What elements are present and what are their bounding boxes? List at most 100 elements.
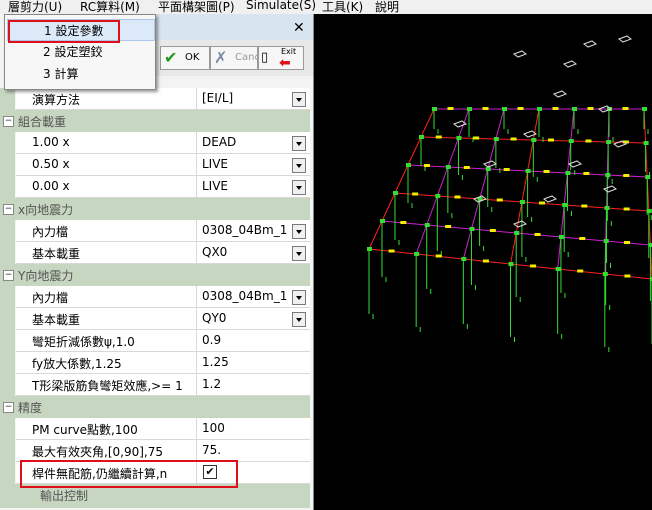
section-label — [496, 198, 503, 202]
section-x-seismic[interactable]: − x向地震力 — [0, 198, 310, 220]
column-node — [508, 262, 514, 266]
close-icon[interactable]: ✕ — [293, 20, 305, 36]
row-x-base-load[interactable]: 基本載重 QX0 — [0, 242, 310, 264]
section-label — [503, 168, 510, 171]
column-node — [456, 136, 462, 140]
column-node — [461, 257, 467, 261]
dropdown-arrow-icon[interactable] — [292, 136, 306, 151]
menu-highlight-box — [8, 20, 120, 43]
panel-titlebar — [155, 14, 313, 40]
column-node — [558, 235, 564, 239]
section-label — [624, 241, 631, 244]
section-label — [624, 274, 631, 278]
dropdown-arrow-icon[interactable] — [292, 180, 306, 195]
section-label — [423, 164, 430, 167]
row-y-force-file[interactable]: 內力檔 0308_04Bm_1 — [0, 286, 310, 308]
section-label — [388, 249, 395, 253]
dropdown-arrow-icon[interactable] — [292, 158, 306, 173]
column-node — [469, 227, 475, 231]
dropdown-arrow-icon[interactable] — [292, 92, 306, 107]
dropdown-arrow-icon[interactable] — [292, 290, 306, 305]
menu-bar: 層剪力(U) RC算料(M) 平面構架圖(P) Simulate(S) 工具(K… — [0, 0, 652, 14]
column-node — [493, 137, 499, 141]
section-label — [473, 136, 480, 140]
collapse-icon[interactable]: − — [3, 204, 14, 215]
menu-simulate[interactable]: Simulate(S) — [246, 0, 316, 12]
row-fy-factor[interactable]: fy放大係數,1.25 1.25 — [0, 352, 310, 374]
section-label — [587, 107, 594, 110]
menu-story-shear[interactable]: 層剪力(U) — [8, 0, 62, 15]
dropdown-arrow-icon[interactable] — [292, 224, 306, 239]
column-node — [485, 167, 491, 171]
section-label — [623, 207, 630, 211]
collapse-icon[interactable]: − — [3, 402, 14, 413]
column-node — [432, 107, 437, 111]
row-calc-method[interactable]: 演算方法 [EI/L] — [0, 88, 310, 110]
column-node — [568, 139, 574, 143]
structure-3d-view[interactable] — [314, 14, 652, 510]
section-label — [445, 225, 452, 228]
row-combo-live-2[interactable]: 0.00 x LIVE — [0, 176, 310, 198]
section-label — [435, 135, 442, 139]
section-label — [412, 192, 419, 196]
cancel-x-icon: ✗ — [214, 48, 228, 67]
highlight-box — [20, 460, 238, 488]
column-node — [525, 169, 531, 173]
section-y-seismic[interactable]: − Y向地震力 — [0, 264, 310, 286]
column-node — [367, 247, 372, 251]
exit-arrow-icon: ⬅ — [279, 55, 291, 71]
row-x-force-file[interactable]: 內力檔 0308_04Bm_1 — [0, 220, 310, 242]
section-label — [581, 204, 588, 208]
row-moment-reduction[interactable]: 彎矩折減係數ψ,1.0 0.9 — [0, 330, 310, 352]
exit-button[interactable]: ▯ Exit ⬅ — [258, 46, 304, 71]
column-node — [602, 272, 608, 276]
row-combo-live-1[interactable]: 0.50 x LIVE — [0, 154, 310, 176]
row-combo-dead[interactable]: 1.00 x DEAD — [0, 132, 310, 154]
section-label — [454, 195, 461, 199]
section-label — [510, 137, 517, 141]
column-node — [519, 200, 525, 204]
menu-item-set-hinges[interactable]: 2 設定塑鉸 — [7, 41, 153, 61]
cancel-button[interactable]: ✗ Cancel — [210, 46, 269, 70]
menu-tools[interactable]: 工具(K) — [322, 0, 363, 15]
section-label — [400, 221, 407, 224]
menu-plane-frame[interactable]: 平面構架圖(P) — [158, 0, 235, 15]
section-label — [585, 139, 592, 143]
row-max-angle[interactable]: 最大有效夾角,[0,90],75 75. — [0, 440, 310, 462]
column-node — [435, 194, 441, 198]
section-label — [489, 229, 496, 232]
menu-rc-calc[interactable]: RC算料(M) — [80, 0, 140, 15]
menu-help[interactable]: 說明 — [375, 0, 399, 15]
collapse-icon[interactable]: − — [3, 116, 14, 127]
row-pm-curve[interactable]: PM curve點數,100 100 — [0, 418, 310, 440]
column-node — [643, 141, 649, 145]
menu-item-compute[interactable]: 3 計算 — [7, 63, 153, 83]
column-node — [572, 107, 577, 111]
column-node — [514, 231, 520, 235]
column-node — [645, 175, 651, 179]
column-node — [648, 243, 652, 247]
dropdown-arrow-icon[interactable] — [292, 312, 306, 327]
dropdown-arrow-icon[interactable] — [292, 246, 306, 261]
column-node — [537, 107, 542, 111]
section-label — [482, 107, 489, 110]
column-node — [646, 209, 652, 213]
column-node — [445, 165, 451, 169]
column-node — [424, 223, 430, 227]
ok-button[interactable]: ✔ OK — [160, 46, 210, 70]
column-node — [531, 138, 537, 142]
section-precision[interactable]: − 精度 — [0, 396, 310, 418]
column-node — [419, 135, 424, 139]
section-load-combination[interactable]: − 組合載重 — [0, 110, 310, 132]
door-icon: ▯ — [261, 50, 269, 65]
section-label — [534, 233, 541, 236]
section-label — [552, 107, 559, 110]
section-label — [548, 138, 555, 142]
column-node — [555, 267, 561, 271]
row-t-beam-effect[interactable]: T形梁版筋負彎矩效應,>= 1 1.2 — [0, 374, 310, 396]
collapse-icon[interactable]: − — [3, 270, 14, 281]
row-y-base-load[interactable]: 基本載重 QY0 — [0, 308, 310, 330]
column-node — [414, 252, 420, 256]
column-node — [380, 219, 385, 223]
section-label — [622, 107, 629, 110]
